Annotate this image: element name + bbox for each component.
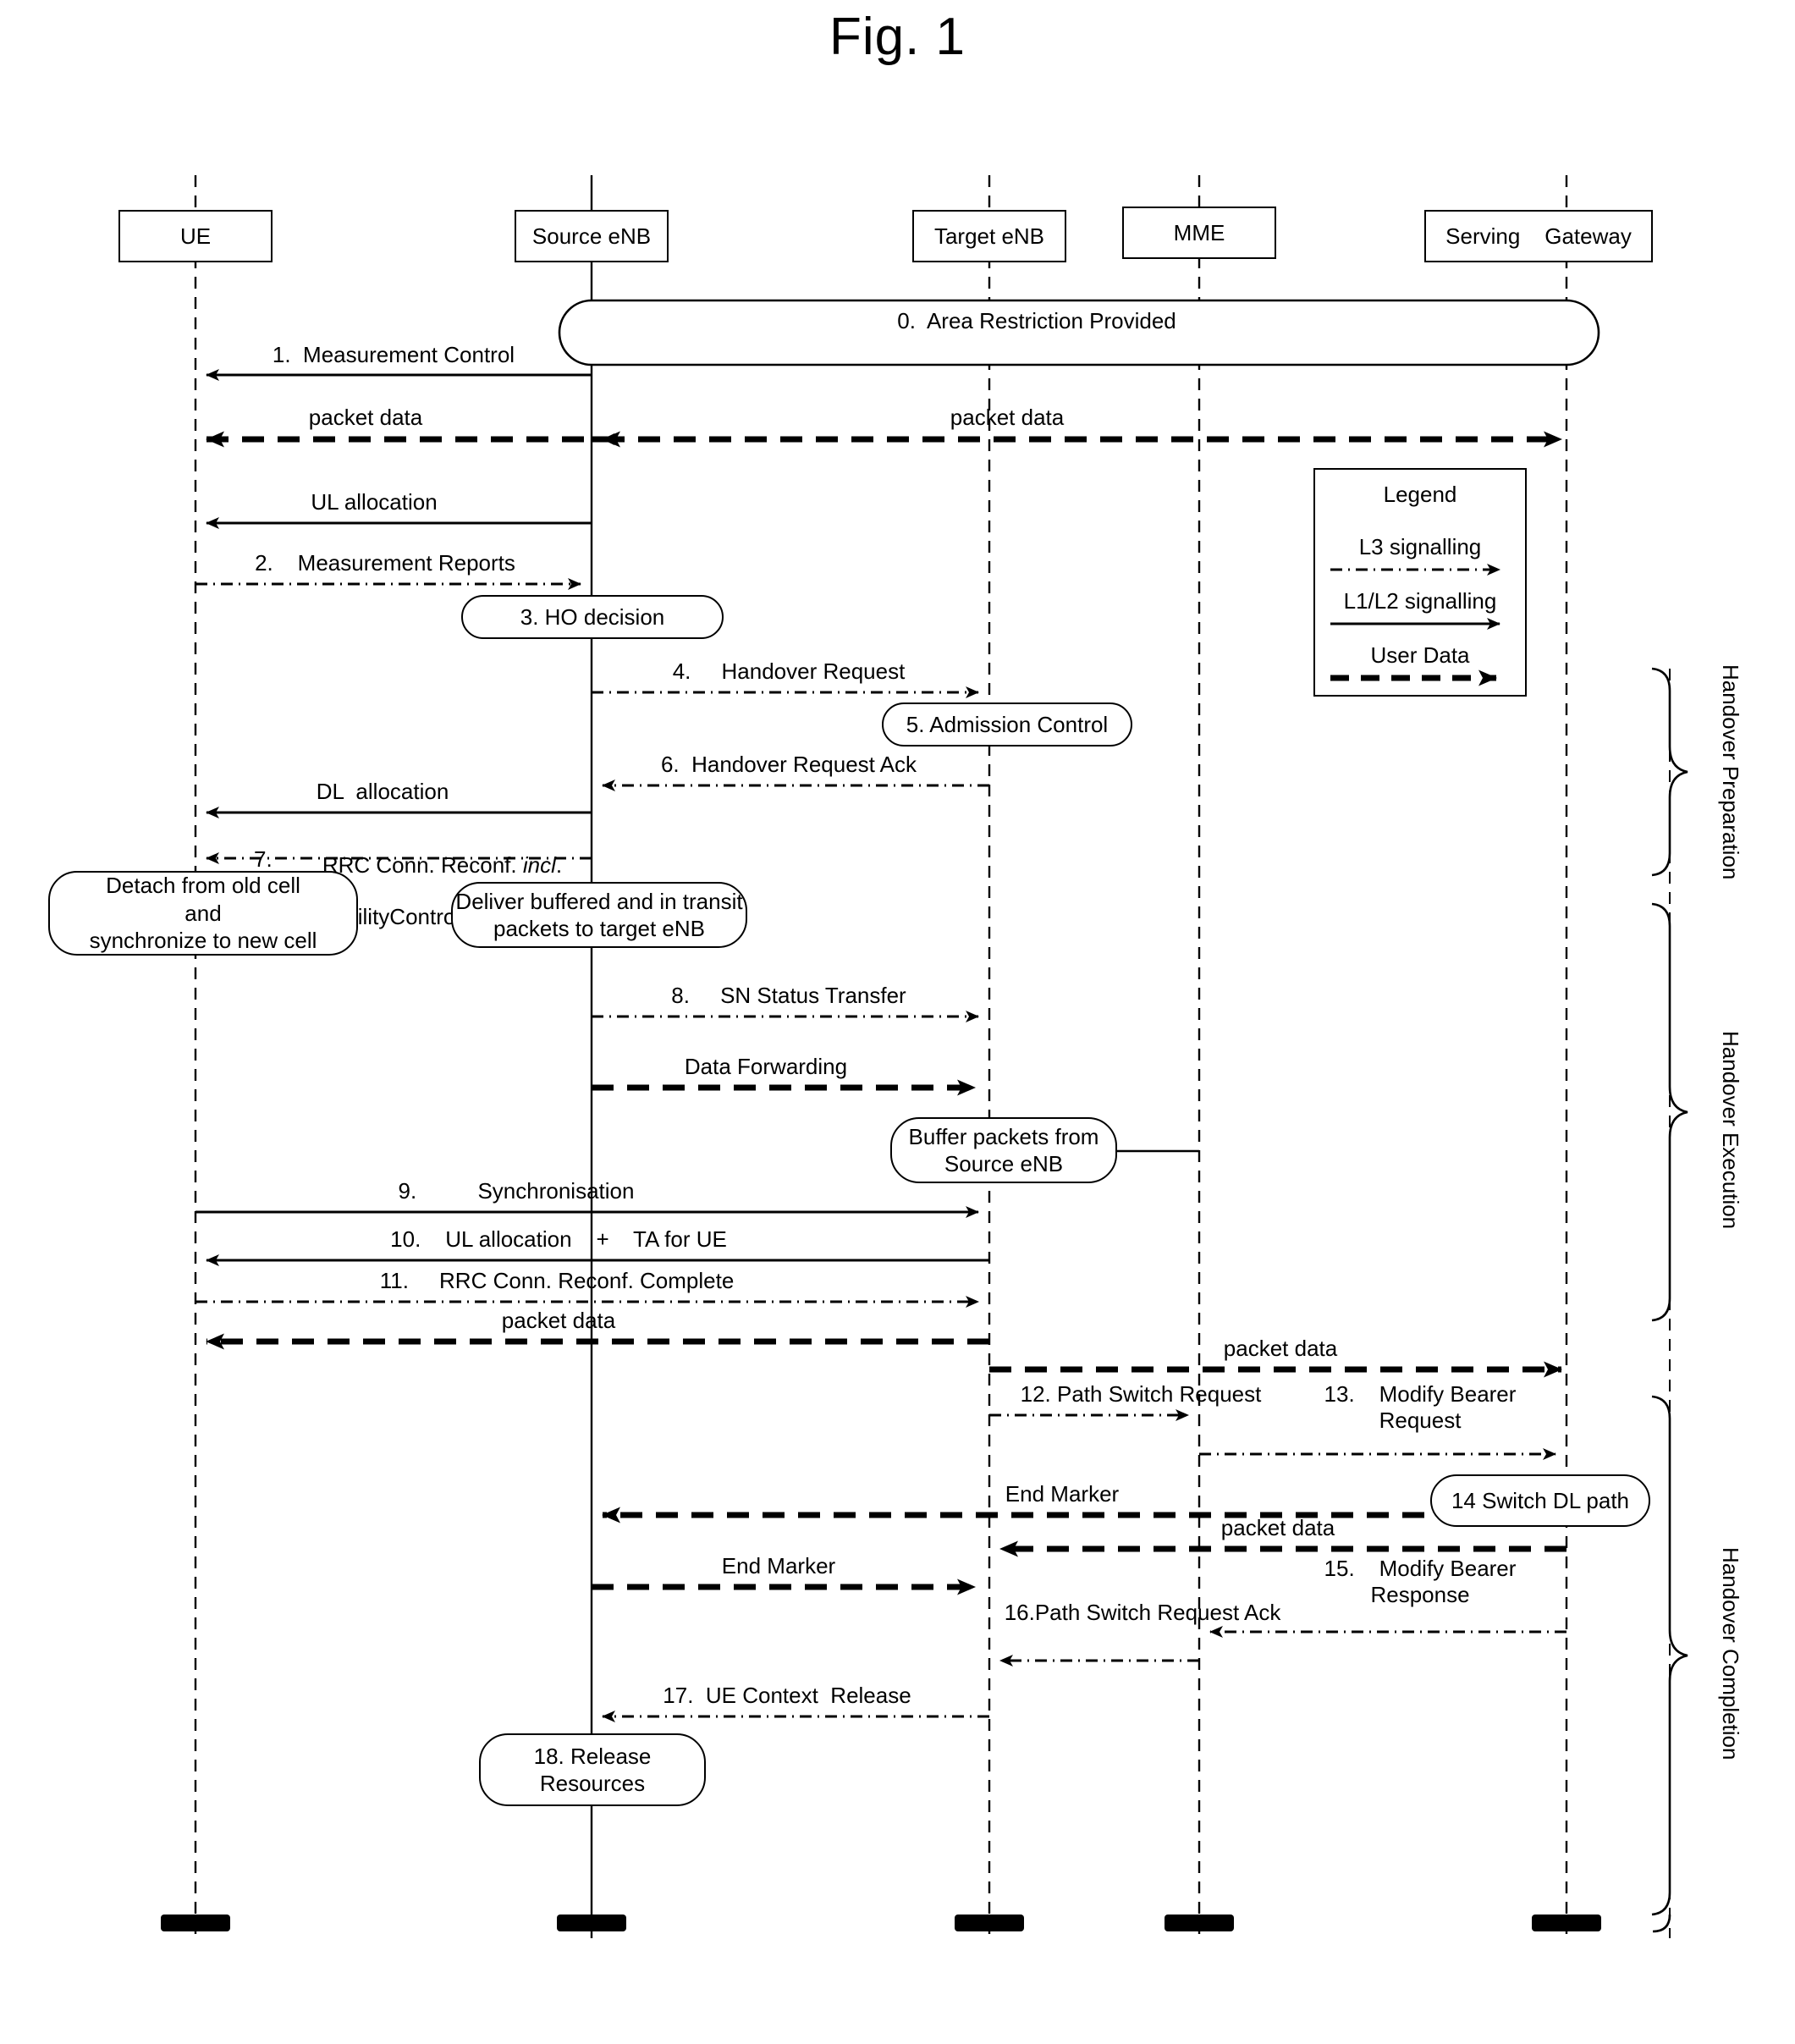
note-buffer-packets[interactable]: Buffer packets from Source eNB — [890, 1117, 1117, 1183]
message-label-0: 0. Area Restriction Provided — [897, 308, 1176, 333]
note-switch-dl-path[interactable]: 14 Switch DL path — [1430, 1474, 1650, 1527]
note-detach-sync[interactable]: Detach from old cell and synchronize to … — [48, 871, 358, 956]
diagram-vector-layer — [161, 175, 1688, 1938]
note-ho-decision[interactable]: 3. HO decision — [461, 595, 724, 639]
lifeline-header-ue[interactable]: UE — [118, 210, 273, 262]
message-label-16: 16.Path Switch Request Ack — [1004, 1600, 1281, 1625]
message-label-11: 11. RRC Conn. Reconf. Complete — [379, 1268, 735, 1293]
message-label-12: 12. Path Switch Request — [1020, 1381, 1262, 1407]
phase-label-handover-completion: Handover Completion — [1718, 1547, 1743, 1760]
message-label-1: 1. Measurement Control — [272, 342, 515, 367]
lifeline-header-source-enb[interactable]: Source eNB — [515, 210, 669, 262]
lifeline-label-target-enb: Target eNB — [933, 223, 1045, 249]
phase-label-handover-preparation: Handover Preparation — [1718, 664, 1743, 880]
message-label-packet-data-3: packet data — [1223, 1336, 1338, 1361]
message-label-4: 4. Handover Request — [672, 658, 906, 684]
message-label-6: 6. Handover Request Ack — [660, 752, 917, 777]
message-label-end-marker-2: End Marker — [721, 1553, 836, 1578]
message-label-2: 2. Measurement Reports — [255, 550, 515, 576]
message-label-packet-data-1-right: packet data — [950, 405, 1065, 430]
message-7-line1: RRC Conn. Reconf. incl. — [322, 851, 563, 878]
message-label-packet-data-2: packet data — [501, 1308, 616, 1333]
message-label-15: 15. Modify Bearer Response — [1324, 1556, 1517, 1607]
message-label-13: 13. Modify Bearer Request — [1324, 1381, 1517, 1433]
lifeline-label-mme: MME — [1173, 219, 1225, 245]
sequence-diagram-canvas: Fig. 1 UE Source eNB Target eNB MME Serv… — [0, 0, 1795, 2044]
lifeline-label-ue: UE — [179, 223, 212, 249]
message-label-ul-allocation: UL allocation — [311, 489, 438, 515]
lifeline-label-serving-gateway: Serving Gateway — [1445, 223, 1632, 249]
phase-label-handover-execution: Handover Execution — [1718, 1031, 1743, 1230]
message-label-dl-allocation: DL allocation — [316, 779, 449, 804]
legend-box: Legend L3 signalling L1/L2 signalling Us… — [1313, 468, 1527, 697]
legend-sample-lines — [1330, 564, 1500, 686]
message-label-8: 8. SN Status Transfer — [671, 983, 906, 1008]
message-label-packet-data-4: packet data — [1220, 1515, 1335, 1540]
message-label-10: 10. UL allocation + TA for UE — [390, 1226, 727, 1252]
message-label-packet-data-1-left: packet data — [308, 405, 423, 430]
lifeline-header-target-enb[interactable]: Target eNB — [912, 210, 1066, 262]
note-release-resources[interactable]: 18. Release Resources — [479, 1733, 706, 1806]
lifeline-label-source-enb: Source eNB — [531, 223, 652, 249]
message-label-17: 17. UE Context Release — [663, 1683, 911, 1708]
message-label-7-number: 7. — [254, 846, 273, 872]
note-admission-control[interactable]: 5. Admission Control — [882, 702, 1132, 747]
lifeline-header-serving-gateway[interactable]: Serving Gateway — [1424, 210, 1653, 262]
lifeline-header-mme[interactable]: MME — [1122, 207, 1276, 259]
message-label-data-forwarding: Data Forwarding — [684, 1054, 848, 1079]
message-label-end-marker-1: End Marker — [1005, 1481, 1120, 1507]
message-label-9: 9. Synchronisation — [398, 1178, 635, 1204]
note-deliver-buffered[interactable]: Deliver buffered and in transit packets … — [451, 882, 747, 948]
